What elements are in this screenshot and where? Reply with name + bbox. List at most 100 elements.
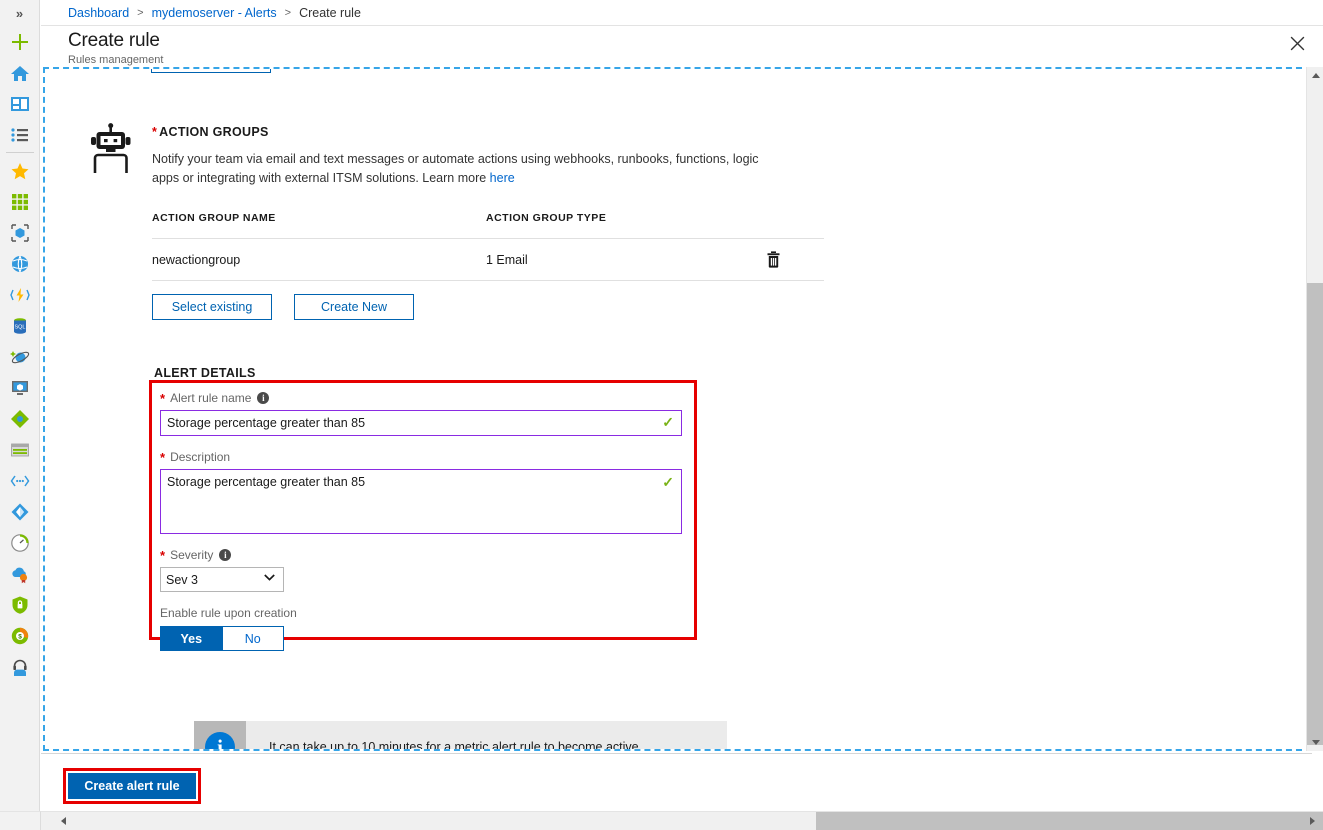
enable-rule-toggle[interactable]: Yes No: [160, 626, 284, 651]
select-existing-button[interactable]: Select existing: [152, 294, 272, 320]
partially-visible-button-above[interactable]: [151, 69, 271, 73]
breadcrumb-item-current: Create rule: [299, 5, 361, 20]
horizontal-scrollbar[interactable]: [41, 811, 1323, 830]
plus-icon: [11, 33, 28, 50]
info-banner: i It can take up to 10 minutes for a met…: [194, 721, 727, 749]
star-icon: [11, 162, 28, 179]
severity-label: * Severity i: [160, 548, 684, 562]
blade-header: Create rule Rules management: [41, 26, 1323, 66]
rail-item-home[interactable]: [0, 57, 40, 88]
azure-portal-window: » SQL $ Dashboard > mydemoserver - Alert…: [0, 0, 1323, 830]
rail-item-cost-management[interactable]: $: [0, 620, 40, 651]
info-tooltip-icon[interactable]: i: [219, 549, 232, 561]
severity-select[interactable]: Sev 0Sev 1Sev 2Sev 3Sev 4: [160, 567, 284, 592]
rail-item-load-balancers[interactable]: [0, 403, 40, 434]
table-row: newactiongroup 1 Email: [152, 239, 824, 281]
scroll-down-button[interactable]: [1307, 734, 1323, 751]
enable-rule-no-option[interactable]: No: [222, 626, 284, 651]
info-tooltip-icon[interactable]: i: [257, 392, 270, 404]
required-indicator: *: [152, 125, 158, 139]
breadcrumb-item-dashboard[interactable]: Dashboard: [68, 6, 129, 20]
rail-item-security-center[interactable]: [0, 589, 40, 620]
network-icon: [10, 475, 29, 486]
info-banner-icon-cell: i: [194, 721, 246, 749]
rail-item-azure-active-directory[interactable]: [0, 496, 40, 527]
alert-rule-name-field[interactable]: ✓: [160, 410, 682, 436]
cost-pie-icon: $: [11, 627, 28, 644]
rail-item-function-apps[interactable]: [0, 279, 40, 310]
breadcrumb-separator: >: [284, 6, 292, 19]
rail-item-virtual-networks[interactable]: [0, 465, 40, 496]
robot-icon: [91, 123, 131, 173]
active-directory-icon: [11, 503, 28, 520]
action-groups-heading-text: ACTION GROUPS: [159, 125, 269, 139]
rail-item-all-services[interactable]: [0, 119, 40, 150]
rail-item-create-resource[interactable]: [0, 26, 40, 57]
lightning-icon: [9, 287, 30, 302]
rail-item-resource-groups[interactable]: [0, 217, 40, 248]
home-icon: [10, 65, 29, 81]
description-field[interactable]: ✓: [160, 469, 682, 534]
vertical-scrollbar[interactable]: [1306, 67, 1323, 751]
blade-footer: Create alert rule: [41, 753, 1312, 811]
scrollbar-corner: [0, 811, 41, 830]
page-title: Create rule: [68, 30, 160, 51]
action-groups-description-text: Notify your team via email and text mess…: [152, 152, 759, 185]
valid-check-icon: ✓: [662, 474, 674, 490]
blade-content: * ACTION GROUPS Notify your team via emai…: [45, 69, 1310, 749]
support-icon: [12, 659, 27, 676]
svg-text:SQL: SQL: [14, 324, 25, 330]
learn-more-link[interactable]: here: [490, 171, 515, 185]
create-alert-rule-button[interactable]: Create alert rule: [68, 773, 196, 799]
page-subtitle: Rules management: [68, 54, 164, 66]
horizontal-scrollbar-thumb[interactable]: [816, 812, 1323, 830]
load-balancer-icon: [10, 409, 29, 428]
column-header-actions: [766, 212, 824, 224]
cube-icon: [10, 223, 29, 242]
required-indicator: *: [160, 547, 166, 563]
rail-icon-list: SQL $: [0, 26, 39, 682]
arrow-down-icon: [1311, 740, 1320, 745]
rail-item-favorites[interactable]: [0, 155, 40, 186]
rail-item-azure-cosmos-db[interactable]: [0, 341, 40, 372]
valid-check-icon: ✓: [662, 414, 674, 430]
close-blade-button[interactable]: [1279, 26, 1315, 60]
delete-action-group-button[interactable]: [766, 251, 824, 268]
vertical-scrollbar-thumb[interactable]: [1307, 283, 1323, 745]
rail-item-monitor[interactable]: [0, 527, 40, 558]
severity-select-wrapper[interactable]: Sev 0Sev 1Sev 2Sev 3Sev 4: [160, 567, 284, 592]
action-groups-section: * ACTION GROUPS Notify your team via emai…: [152, 125, 832, 320]
rail-item-sql-databases[interactable]: SQL: [0, 310, 40, 341]
enable-rule-yes-option[interactable]: Yes: [160, 626, 223, 651]
breadcrumb-item-alerts[interactable]: mydemoserver - Alerts: [152, 6, 277, 20]
description-textarea[interactable]: [161, 470, 681, 528]
rail-item-help-and-support[interactable]: [0, 651, 40, 682]
svg-text:$: $: [18, 633, 22, 640]
globe-icon: [11, 255, 28, 272]
arrow-left-icon: [61, 817, 66, 825]
rail-collapse-toggle[interactable]: »: [0, 0, 39, 26]
rail-item-all-resources[interactable]: [0, 186, 40, 217]
blade-content-scroll-region[interactable]: * ACTION GROUPS Notify your team via emai…: [43, 67, 1312, 751]
alert-details-highlight-box: * Alert rule name i ✓ * Description: [149, 380, 697, 651]
scroll-up-button[interactable]: [1307, 67, 1323, 84]
action-group-type-cell: 1 Email: [486, 252, 528, 267]
scroll-left-button[interactable]: [55, 812, 72, 830]
rail-item-app-services[interactable]: [0, 248, 40, 279]
rail-item-advisor[interactable]: [0, 558, 40, 589]
rail-item-storage-accounts[interactable]: [0, 434, 40, 465]
action-groups-table-header: ACTION GROUP NAME ACTION GROUP TYPE: [152, 212, 824, 239]
required-indicator: *: [160, 390, 166, 406]
gauge-icon: [10, 533, 29, 552]
rail-item-virtual-machines[interactable]: [0, 372, 40, 403]
alert-rule-name-input[interactable]: [161, 411, 681, 435]
left-navigation-rail: » SQL $: [0, 0, 40, 830]
scroll-right-button[interactable]: [1304, 812, 1321, 830]
storage-icon: [10, 443, 29, 456]
action-groups-description: Notify your team via email and text mess…: [152, 150, 780, 188]
column-header-type: ACTION GROUP TYPE: [486, 212, 607, 224]
rail-item-dashboard[interactable]: [0, 88, 40, 119]
alert-details-heading: ALERT DETAILS: [154, 366, 256, 380]
create-new-action-group-button[interactable]: Create New: [294, 294, 414, 320]
action-groups-heading: * ACTION GROUPS: [152, 125, 832, 139]
